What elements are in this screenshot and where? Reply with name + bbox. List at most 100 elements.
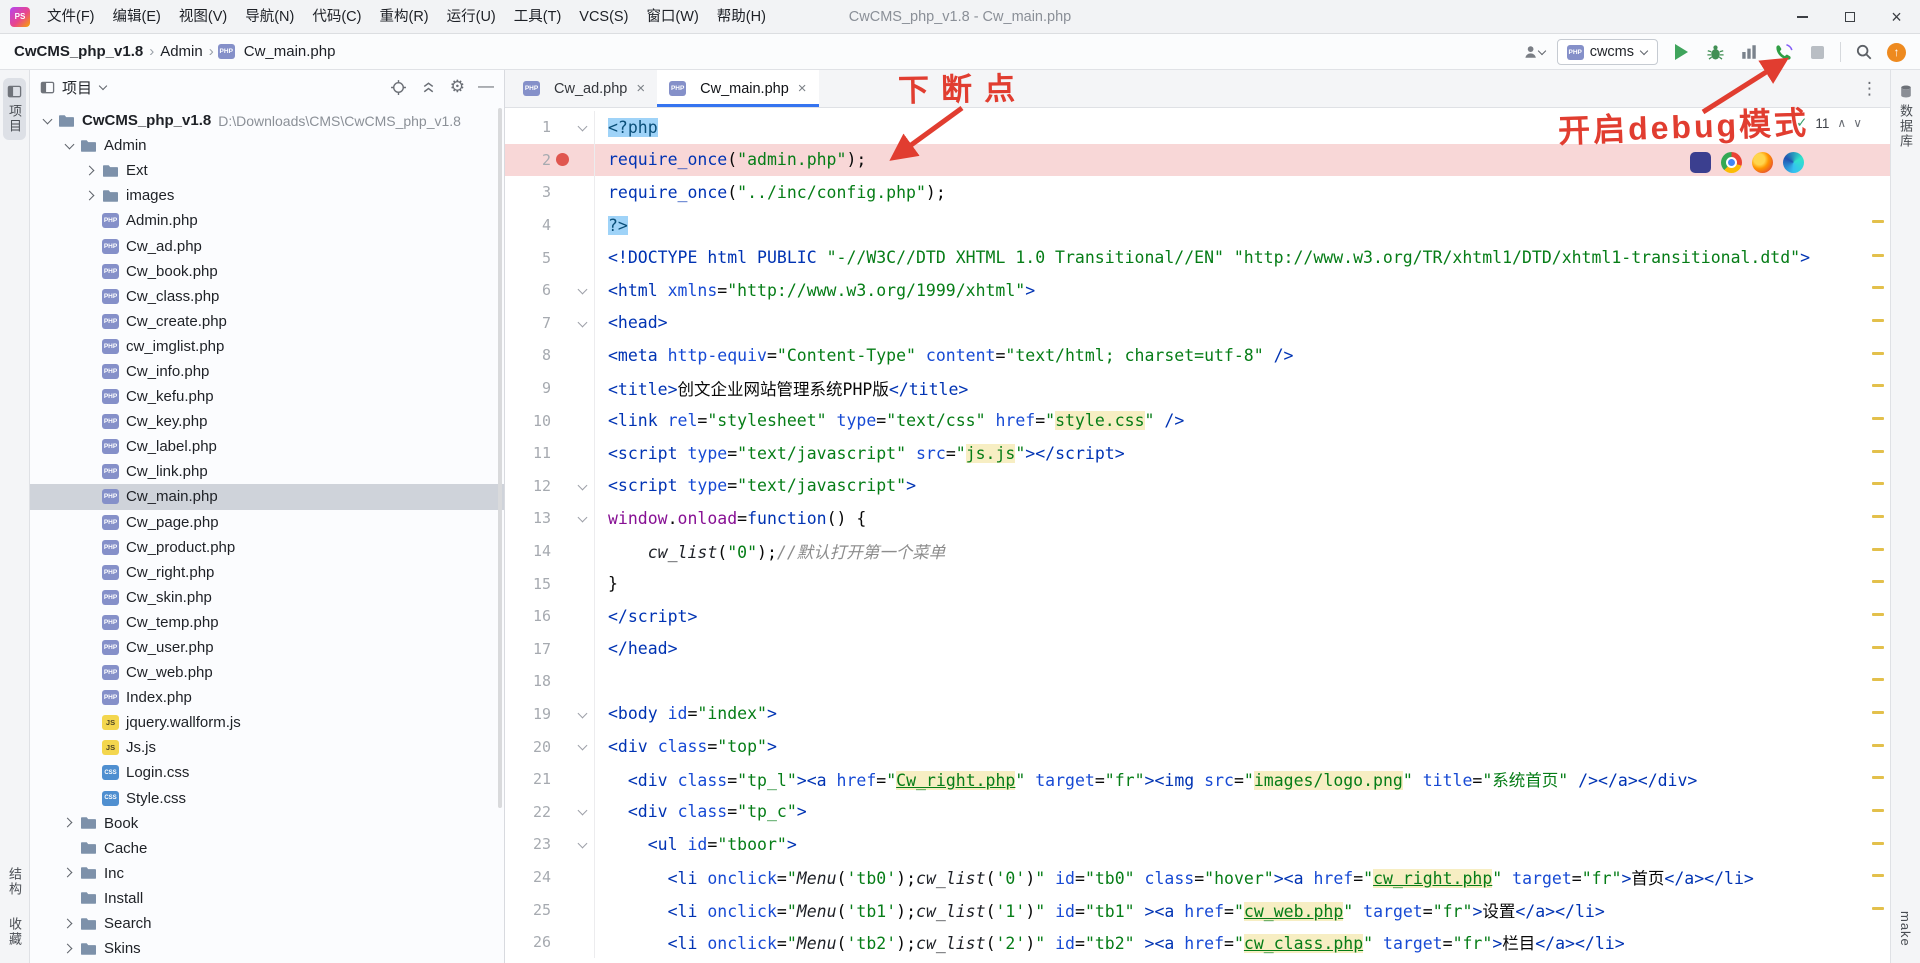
close-button[interactable]: × — [1873, 0, 1920, 34]
tree-item[interactable]: PHP Cw_kefu.php — [30, 384, 504, 409]
tree-scrollbar[interactable] — [498, 108, 502, 808]
collapse-all-icon[interactable] — [420, 79, 437, 96]
minimize-button[interactable] — [1779, 0, 1826, 34]
database-tool-window-button[interactable]: 数据库 — [1894, 78, 1917, 155]
menu-item[interactable]: 导航(N) — [236, 9, 303, 25]
code-line[interactable]: 26 <li onclick="Menu('tb2');cw_list('2')… — [505, 925, 1890, 959]
menu-item[interactable]: 视图(V) — [170, 9, 236, 25]
chevron-right-icon[interactable] — [84, 188, 100, 204]
line-number[interactable]: 2 — [505, 151, 551, 169]
line-number[interactable]: 23 — [505, 835, 551, 853]
editor-tab[interactable]: PHP Cw_ad.php × — [511, 70, 657, 107]
code-line[interactable]: 23 <ul id="tboor"> — [505, 828, 1890, 861]
code-line[interactable]: 6 <html xmlns="http://www.w3.org/1999/xht… — [505, 273, 1890, 307]
code-line[interactable]: 8 <meta http-equiv="Content-Type" content… — [505, 339, 1890, 372]
gear-icon[interactable]: ⚙ — [450, 77, 465, 97]
menu-item[interactable]: 文件(F) — [38, 9, 104, 25]
tree-item[interactable]: PHP Cw_user.php — [30, 635, 504, 660]
tree-item[interactable]: JS jquery.wallform.js — [30, 710, 504, 735]
stop-button[interactable] — [1806, 41, 1828, 63]
code-line[interactable]: 11 <script type="text/javascript" src="js… — [505, 436, 1890, 470]
tree-item[interactable]: Ext — [30, 158, 504, 183]
line-number[interactable]: 5 — [505, 249, 551, 267]
make-tool-window-button[interactable]: make — [1898, 911, 1913, 947]
code-line[interactable]: 2 require_once("admin.php"); — [505, 143, 1890, 177]
line-number[interactable]: 6 — [505, 281, 551, 299]
fold-icon[interactable] — [573, 273, 595, 307]
code-line[interactable]: 14 cw_list("0");//默认打开第一个菜单 — [505, 534, 1890, 568]
search-everywhere-icon[interactable] — [1853, 41, 1875, 63]
tree-item[interactable]: PHP Cw_page.php — [30, 510, 504, 535]
tree-item[interactable]: PHP Cw_book.php — [30, 259, 504, 284]
prev-problem-icon[interactable]: ∧ — [1837, 116, 1846, 130]
project-panel-title[interactable]: 项目 — [62, 77, 92, 98]
breakpoint-icon[interactable] — [551, 153, 573, 167]
tree-item[interactable]: PHP Cw_main.php — [30, 484, 504, 510]
line-number[interactable]: 19 — [505, 705, 551, 723]
tree-item[interactable]: PHP Cw_temp.php — [30, 610, 504, 635]
code-line[interactable]: 7 <head> — [505, 306, 1890, 340]
tree-item[interactable]: PHP Cw_product.php — [30, 535, 504, 560]
menu-item[interactable]: 重构(R) — [370, 9, 437, 25]
line-number[interactable]: 20 — [505, 738, 551, 756]
tree-item[interactable]: CwCMS_php_v1.8 D:\Downloads\CMS\CwCMS_php… — [30, 108, 504, 133]
tree-item[interactable]: PHP Admin.php — [30, 208, 504, 233]
editor-tab[interactable]: PHP Cw_main.php × — [657, 70, 819, 107]
maximize-button[interactable] — [1826, 0, 1873, 34]
next-problem-icon[interactable]: ∨ — [1853, 116, 1862, 130]
tree-item[interactable]: PHP Cw_ad.php — [30, 233, 504, 258]
favorites-tool-window-button[interactable]: 收藏 — [5, 917, 24, 947]
code-line[interactable]: 17 </head> — [505, 632, 1890, 666]
menu-item[interactable]: 代码(C) — [303, 9, 370, 25]
code-line[interactable]: 3 require_once("../inc/config.php"); — [505, 176, 1890, 209]
tree-item[interactable]: PHP cw_imglist.php — [30, 334, 504, 359]
fold-icon[interactable] — [573, 697, 595, 731]
code-line[interactable]: 10 <link rel="stylesheet" type="text/css"… — [505, 404, 1890, 437]
tree-item[interactable]: CSS Login.css — [30, 760, 504, 785]
code-line[interactable]: 12 <script type="text/javascript"> — [505, 469, 1890, 503]
browser-firefox-icon[interactable] — [1752, 152, 1773, 173]
fold-icon[interactable] — [573, 795, 595, 829]
menu-item[interactable]: VCS(S) — [570, 9, 637, 25]
tree-item[interactable]: PHP Index.php — [30, 685, 504, 710]
tree-item[interactable]: Inc — [30, 861, 504, 886]
tree-item[interactable]: PHP Cw_key.php — [30, 409, 504, 434]
close-tab-icon[interactable]: × — [636, 80, 645, 97]
hide-panel-icon[interactable]: — — [478, 79, 494, 95]
code-line[interactable]: 25 <li onclick="Menu('tb1');cw_list('1')… — [505, 893, 1890, 926]
breadcrumb-item[interactable]: Cw_main.php — [242, 43, 338, 60]
debug-button[interactable] — [1704, 41, 1726, 63]
menu-item[interactable]: 工具(T) — [505, 9, 571, 25]
fold-icon[interactable] — [573, 502, 595, 535]
menu-item[interactable]: 帮助(H) — [708, 9, 775, 25]
code-line[interactable]: 24 <li onclick="Menu('tb0');cw_list('0')… — [505, 860, 1890, 894]
line-number[interactable]: 11 — [505, 444, 551, 462]
locate-file-icon[interactable] — [390, 79, 407, 96]
tree-item[interactable]: PHP Cw_info.php — [30, 359, 504, 384]
line-number[interactable]: 16 — [505, 607, 551, 625]
line-number[interactable]: 4 — [505, 216, 551, 234]
menu-item[interactable]: 编辑(E) — [104, 9, 170, 25]
chevron-right-icon[interactable] — [62, 865, 78, 881]
fold-icon[interactable] — [573, 828, 595, 861]
tree-item[interactable]: Book — [30, 811, 504, 836]
run-config-selector[interactable]: PHP cwcms — [1556, 39, 1658, 65]
code-line[interactable]: 18 — [505, 665, 1890, 698]
tree-item[interactable]: PHP Cw_web.php — [30, 660, 504, 685]
code-area[interactable]: 1 <?php 2 require_once("admin.php"); 3 requir… — [505, 108, 1890, 963]
chevron-down-icon[interactable] — [40, 113, 56, 129]
chevron-down-icon[interactable] — [62, 138, 78, 154]
line-number[interactable]: 13 — [505, 509, 551, 527]
fold-icon[interactable] — [573, 730, 595, 763]
tree-item[interactable]: Cache — [30, 836, 504, 861]
line-number[interactable]: 21 — [505, 770, 551, 788]
chevron-right-icon[interactable] — [62, 941, 78, 957]
tree-item[interactable]: Install — [30, 886, 504, 911]
code-line[interactable]: 9 <title>创文企业网站管理系统PHP版</title> — [505, 371, 1890, 405]
line-number[interactable]: 15 — [505, 575, 551, 593]
code-line[interactable]: 15} — [505, 567, 1890, 600]
browser-chrome-icon[interactable] — [1721, 152, 1742, 173]
line-number[interactable]: 26 — [505, 933, 551, 951]
close-tab-icon[interactable]: × — [798, 80, 807, 97]
chevron-down-icon[interactable] — [99, 83, 107, 91]
